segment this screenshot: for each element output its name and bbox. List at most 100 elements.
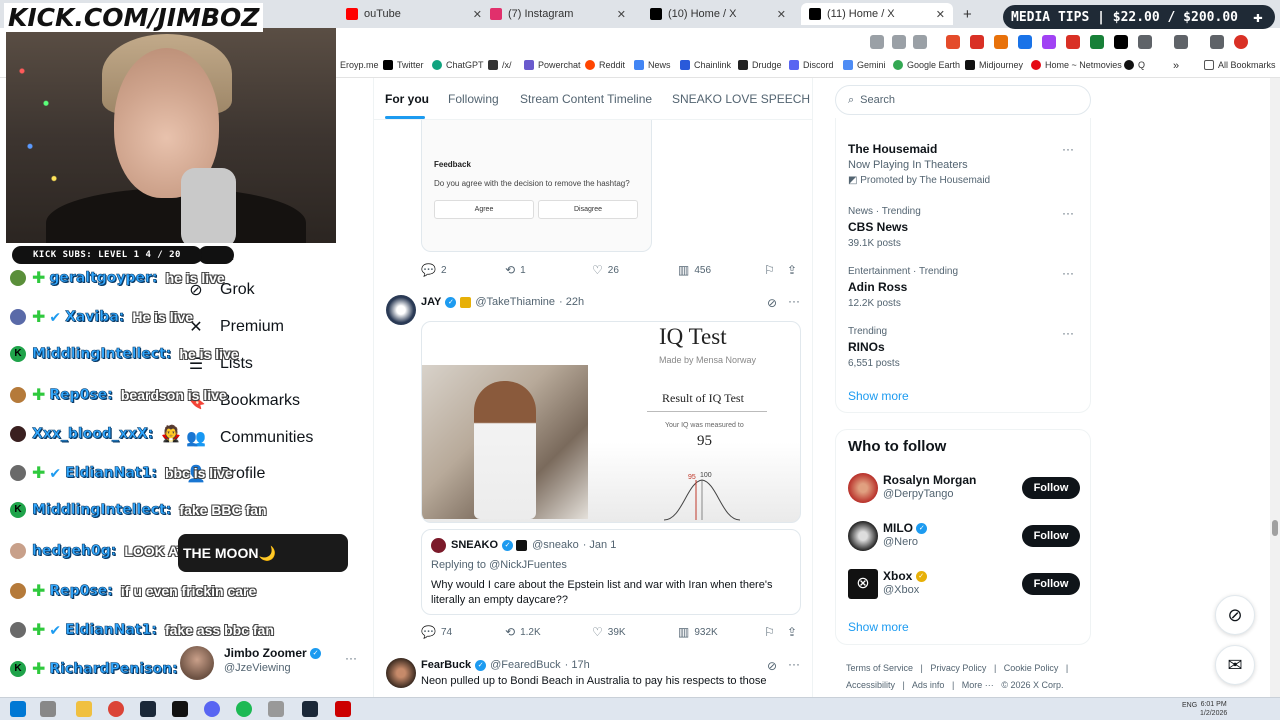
author-handle[interactable]: @FearedBuck (490, 659, 560, 671)
extension-icon[interactable] (1018, 35, 1032, 49)
more-icon[interactable]: ··· (1062, 326, 1074, 340)
share-button[interactable]: ⇪ (787, 263, 802, 277)
bookmark-x-board[interactable]: /x/ (488, 60, 512, 70)
like-button[interactable]: ♡ 26 (592, 263, 619, 277)
extension-icon[interactable] (970, 35, 984, 49)
star-icon[interactable] (913, 35, 927, 49)
bookmark-button[interactable]: ⚐ (764, 263, 780, 277)
messages-fab-button[interactable]: ✉ (1215, 645, 1255, 685)
extension-icon[interactable] (994, 35, 1008, 49)
grok-fab-button[interactable]: ⊘ (1215, 595, 1255, 635)
tab-instagram[interactable]: (7) Instagram ✕ (482, 3, 634, 25)
extension-icon[interactable] (1066, 35, 1080, 49)
avatar[interactable] (386, 295, 416, 325)
steam-icon[interactable] (302, 701, 318, 717)
bookmark-gemini[interactable]: Gemini (843, 60, 886, 70)
spotify-icon[interactable] (236, 701, 252, 717)
follow-suggestion[interactable]: Rosalyn Morgan @DerpyTango Follow (848, 473, 1080, 505)
follow-suggestion[interactable]: ⊗ Xbox ✓ @Xbox Follow (848, 569, 1080, 601)
more-icon[interactable]: ··· (788, 657, 800, 671)
new-tab-button[interactable]: + (963, 6, 972, 23)
bookmark-chainlink[interactable]: Chainlink (680, 60, 731, 70)
tab-youtube[interactable]: ouTube ✕ (338, 3, 490, 25)
discord-icon[interactable] (204, 701, 220, 717)
trend-item[interactable]: The Housemaid Now Playing In Theaters ◩ … (848, 142, 1080, 186)
bookmark-button[interactable]: ⚐ (764, 625, 780, 639)
bookmark-google-earth[interactable]: Google Earth (893, 60, 960, 70)
puzzle-icon[interactable] (1138, 35, 1152, 49)
close-icon[interactable]: ✕ (936, 8, 945, 21)
follow-button[interactable]: Follow (1022, 573, 1080, 595)
agree-button[interactable]: Agree (434, 200, 534, 219)
more-bookmarks-button[interactable]: » (1173, 60, 1179, 72)
cookie-link[interactable]: Cookie Policy (1004, 663, 1059, 673)
downloads-icon[interactable] (1210, 35, 1224, 49)
tab-following[interactable]: Following (448, 92, 499, 106)
author-name[interactable]: JAY (421, 296, 441, 308)
chrome-icon[interactable] (108, 701, 124, 717)
search-input[interactable]: ⌕ Search (835, 85, 1091, 115)
tab-stream-content-timeline[interactable]: Stream Content Timeline (520, 92, 652, 106)
file-explorer-icon[interactable] (76, 701, 92, 717)
reply-button[interactable]: 💬 2 (421, 263, 447, 277)
close-icon[interactable]: ✕ (617, 8, 626, 21)
scrollbar[interactable] (1270, 78, 1280, 700)
bookmark-drudge[interactable]: Drudge (738, 60, 782, 70)
trend-item[interactable]: Trending RINOs 6,551 posts ··· (848, 326, 1080, 369)
show-more-link[interactable]: Show more (848, 389, 909, 403)
more-link[interactable]: More ··· (962, 680, 994, 690)
more-icon[interactable]: ··· (1062, 142, 1074, 156)
disagree-button[interactable]: Disagree (538, 200, 638, 219)
author-handle[interactable]: @TakeThiamine (475, 296, 555, 308)
privacy-link[interactable]: Privacy Policy (930, 663, 986, 673)
tab-x-home-active[interactable]: (11) Home / X ✕ (801, 3, 953, 25)
bookmark-twitter[interactable]: Twitter (383, 60, 424, 70)
follow-button[interactable]: Follow (1022, 477, 1080, 499)
reply-button[interactable]: 💬 74 (421, 625, 452, 639)
nav-communities[interactable]: 👥 Communities (185, 428, 313, 448)
tweet-time[interactable]: · 22h (559, 296, 584, 308)
iq-test-image[interactable]: IQ Test Made by Mensa Norway Result of I… (421, 321, 801, 523)
tweet-time[interactable]: · 17h (565, 659, 590, 671)
bookmark-netmovies[interactable]: Home ~ Netmovies (1031, 60, 1122, 70)
repost-button[interactable]: ⟲ 1 (505, 263, 526, 277)
bookmark-news[interactable]: News (634, 60, 671, 70)
bookmark-q[interactable]: Q (1124, 60, 1145, 70)
show-more-link[interactable]: Show more (848, 620, 909, 634)
bookmark-eroyp[interactable]: Eroyp.me (340, 60, 379, 70)
tab-for-you[interactable]: For you (385, 92, 429, 106)
like-button[interactable]: ♡ 39K (592, 625, 626, 639)
follow-suggestion[interactable]: MILO ✓ @Nero Follow (848, 521, 1080, 553)
task-view-icon[interactable] (40, 701, 56, 717)
bookmark-powerchat[interactable]: Powerchat (524, 60, 581, 70)
scrollbar-thumb[interactable] (1272, 520, 1278, 536)
bookmark-discord[interactable]: Discord (789, 60, 834, 70)
more-icon[interactable]: ··· (788, 294, 800, 308)
trend-item[interactable]: Entertainment · Trending Adin Ross 12.2K… (848, 266, 1080, 309)
app-icon[interactable] (268, 701, 284, 717)
more-icon[interactable]: ··· (345, 651, 357, 665)
bookmark-midjourney[interactable]: Midjourney (965, 60, 1023, 70)
windows-start-icon[interactable] (10, 701, 26, 717)
close-icon[interactable]: ✕ (473, 8, 482, 21)
follow-button[interactable]: Follow (1022, 525, 1080, 547)
extension-icon[interactable] (946, 35, 960, 49)
app-icon[interactable] (172, 701, 188, 717)
steam-icon[interactable] (140, 701, 156, 717)
bookmark-chatgpt[interactable]: ChatGPT (432, 60, 484, 70)
close-icon[interactable]: ✕ (777, 8, 786, 21)
ads-info-link[interactable]: Ads info (912, 680, 945, 690)
all-bookmarks-button[interactable]: All Bookmarks (1204, 60, 1276, 70)
grok-icon[interactable]: ⊘ (767, 296, 777, 310)
views-button[interactable]: ▥ 932K (678, 625, 718, 639)
repost-button[interactable]: ⟲ 1.2K (505, 625, 541, 639)
clock[interactable]: 6:01 PM 1/2/2026 (1200, 700, 1227, 718)
zoom-icon[interactable] (892, 35, 906, 49)
avatar[interactable] (386, 658, 416, 688)
app-icon[interactable] (335, 701, 351, 717)
more-icon[interactable]: ··· (1062, 266, 1074, 280)
tab-sneako-love-speech[interactable]: SNEAKO LOVE SPEECH (672, 92, 810, 106)
account-switcher[interactable]: Jimbo Zoomer ✓ @JzeViewing ··· (180, 645, 365, 680)
author-name[interactable]: FearBuck (421, 659, 471, 671)
language-indicator[interactable]: ENG (1182, 702, 1197, 709)
